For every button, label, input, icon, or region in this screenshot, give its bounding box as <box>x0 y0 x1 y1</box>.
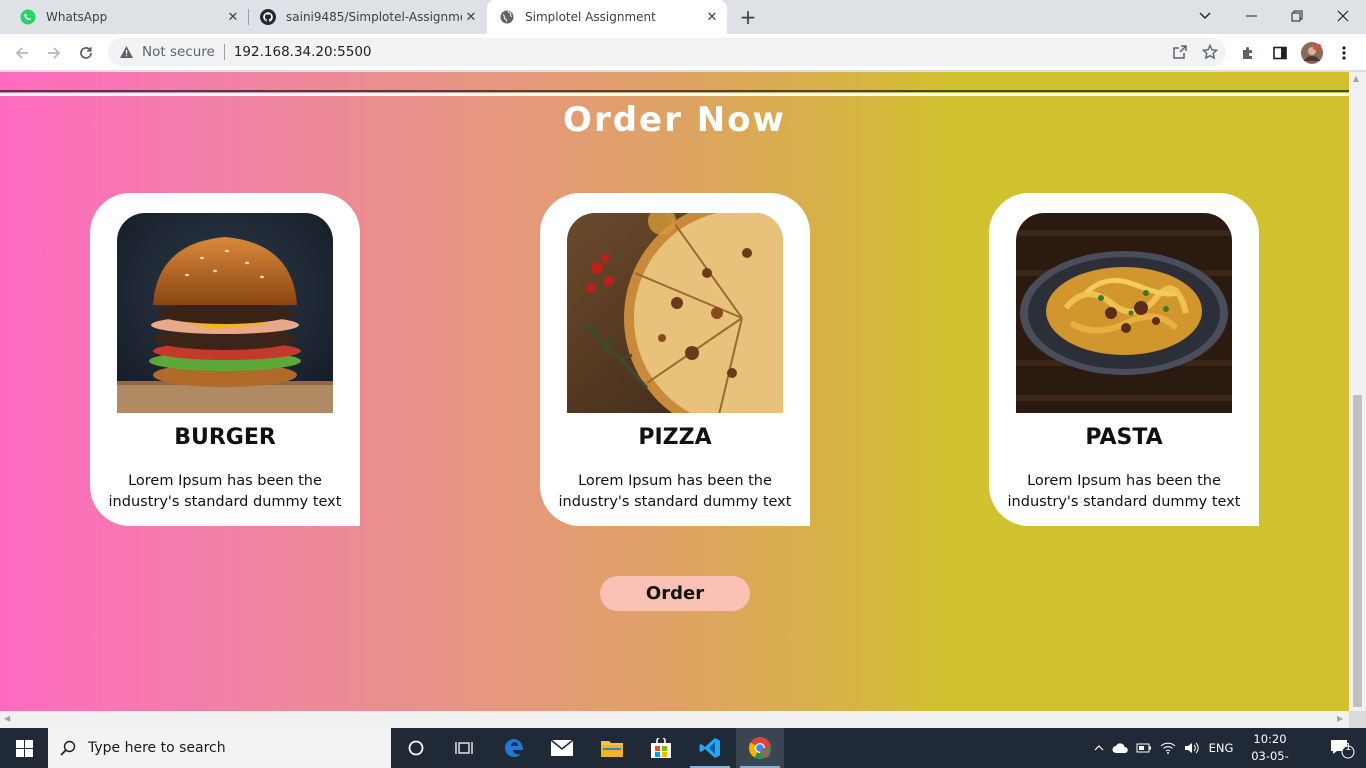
task-view-icon[interactable] <box>440 728 488 768</box>
address-bar[interactable]: Not secure 192.168.34.20:5500 <box>108 38 1226 66</box>
burger-photo <box>117 213 333 413</box>
github-icon <box>260 9 276 25</box>
tab-github[interactable]: saini9485/Simplotel-Assignment ✕ <box>248 0 486 34</box>
vertical-scrollbar[interactable]: ▲ <box>1349 72 1366 711</box>
close-tab-icon[interactable]: ✕ <box>462 8 480 26</box>
tab-title: Simplotel Assignment <box>525 10 656 24</box>
search-icon <box>48 740 88 756</box>
back-arrow-icon[interactable] <box>8 39 36 67</box>
close-window-icon[interactable] <box>1320 0 1366 32</box>
section-divider-dark <box>0 90 1349 92</box>
section-divider-light <box>0 93 1349 96</box>
close-tab-icon[interactable]: ✕ <box>224 8 242 26</box>
omnibox-actions <box>1172 43 1219 64</box>
notification-center-icon[interactable]: 1 <box>1318 728 1366 768</box>
menu-card-burger[interactable]: BURGER Lorem Ipsum has been the industry… <box>90 193 360 526</box>
taskbar-search-box[interactable]: Type here to search <box>48 728 391 768</box>
chrome-icon[interactable] <box>736 728 784 768</box>
whatsapp-icon <box>20 9 36 25</box>
volume-icon[interactable] <box>1180 741 1204 755</box>
search-placeholder: Type here to search <box>88 740 226 756</box>
tab-title: saini9485/Simplotel-Assignment <box>286 10 462 24</box>
close-tab-icon[interactable]: ✕ <box>703 8 721 26</box>
scroll-up-arrow-icon[interactable]: ▲ <box>1353 74 1359 83</box>
system-tray: ENG <box>1090 728 1238 768</box>
order-button[interactable]: Order <box>600 576 750 611</box>
tab-search-chevron-icon[interactable] <box>1182 0 1228 32</box>
windows-start-icon[interactable] <box>0 728 48 768</box>
security-label[interactable]: Not secure <box>142 44 215 60</box>
show-hidden-icons-chevron-icon[interactable] <box>1090 745 1108 751</box>
horizontal-scrollbar[interactable]: ◀ ▶ <box>0 711 1349 728</box>
extensions-puzzle-icon[interactable] <box>1234 39 1262 67</box>
forward-arrow-icon[interactable] <box>40 39 68 67</box>
globe-icon <box>499 9 515 25</box>
card-description: Lorem Ipsum has been the industry's stan… <box>108 473 342 510</box>
taskbar-clock[interactable]: 10:20 03-05-2023 <box>1240 731 1300 768</box>
scroll-right-arrow-icon[interactable]: ▶ <box>1337 714 1343 723</box>
language-indicator[interactable]: ENG <box>1204 741 1238 755</box>
browser-toolbar: Not secure 192.168.34.20:5500 <box>0 34 1366 71</box>
pasta-photo <box>1016 213 1232 413</box>
microsoft-store-icon[interactable] <box>637 728 685 768</box>
pizza-photo <box>567 213 783 413</box>
clock-date: 03-05-2023 <box>1251 749 1289 768</box>
scrollbar-corner <box>1349 711 1366 728</box>
menu-kebab-icon[interactable] <box>1330 39 1358 67</box>
vertical-scrollbar-thumb[interactable] <box>1353 395 1362 707</box>
share-icon[interactable] <box>1172 44 1188 64</box>
tab-whatsapp[interactable]: WhatsApp ✕ <box>8 0 248 34</box>
bookmark-star-icon[interactable] <box>1201 43 1219 64</box>
mail-icon[interactable] <box>538 728 586 768</box>
menu-card-pasta[interactable]: PASTA Lorem Ipsum has been the industry'… <box>989 193 1259 526</box>
reload-icon[interactable] <box>72 39 100 67</box>
card-description: Lorem Ipsum has been the industry's stan… <box>558 473 792 510</box>
warning-icon[interactable] <box>118 44 134 60</box>
battery-icon[interactable] <box>1132 742 1156 754</box>
card-title: BURGER <box>174 425 276 450</box>
tab-simplotel[interactable]: Simplotel Assignment ✕ <box>487 0 727 34</box>
card-title: PASTA <box>1085 425 1163 450</box>
side-panel-icon[interactable] <box>1266 39 1294 67</box>
edge-icon[interactable] <box>490 728 538 768</box>
url-text[interactable]: 192.168.34.20:5500 <box>234 44 372 60</box>
card-title: PIZZA <box>638 425 712 450</box>
restore-icon[interactable] <box>1274 0 1320 32</box>
card-description: Lorem Ipsum has been the industry's stan… <box>1007 473 1241 510</box>
cortana-icon[interactable] <box>392 728 440 768</box>
scroll-left-arrow-icon[interactable]: ◀ <box>4 714 10 723</box>
windows-taskbar: Type here to search ENG 10:20 03-05- 1 <box>0 728 1366 768</box>
new-tab-icon[interactable]: + <box>737 5 759 29</box>
section-title: Order Now <box>563 100 786 140</box>
minimize-icon[interactable] <box>1228 0 1274 32</box>
onedrive-cloud-icon[interactable] <box>1108 743 1132 753</box>
notification-count: 1 <box>1345 742 1352 753</box>
profile-avatar[interactable] <box>1298 39 1326 67</box>
tab-strip: WhatsApp ✕ saini9485/Simplotel-Assignmen… <box>0 0 1366 34</box>
clock-time: 10:20 <box>1253 732 1287 746</box>
menu-card-pizza[interactable]: PIZZA Lorem Ipsum has been the industry'… <box>540 193 810 526</box>
file-explorer-icon[interactable] <box>588 728 636 768</box>
page-viewport: Order Now BURGER Lorem Ipsum has been th… <box>0 72 1349 711</box>
tab-title: WhatsApp <box>46 10 108 24</box>
wifi-icon[interactable] <box>1156 742 1180 754</box>
previous-section-edge <box>0 72 1349 96</box>
omnibox-divider <box>223 44 225 60</box>
vscode-icon[interactable] <box>686 728 734 768</box>
